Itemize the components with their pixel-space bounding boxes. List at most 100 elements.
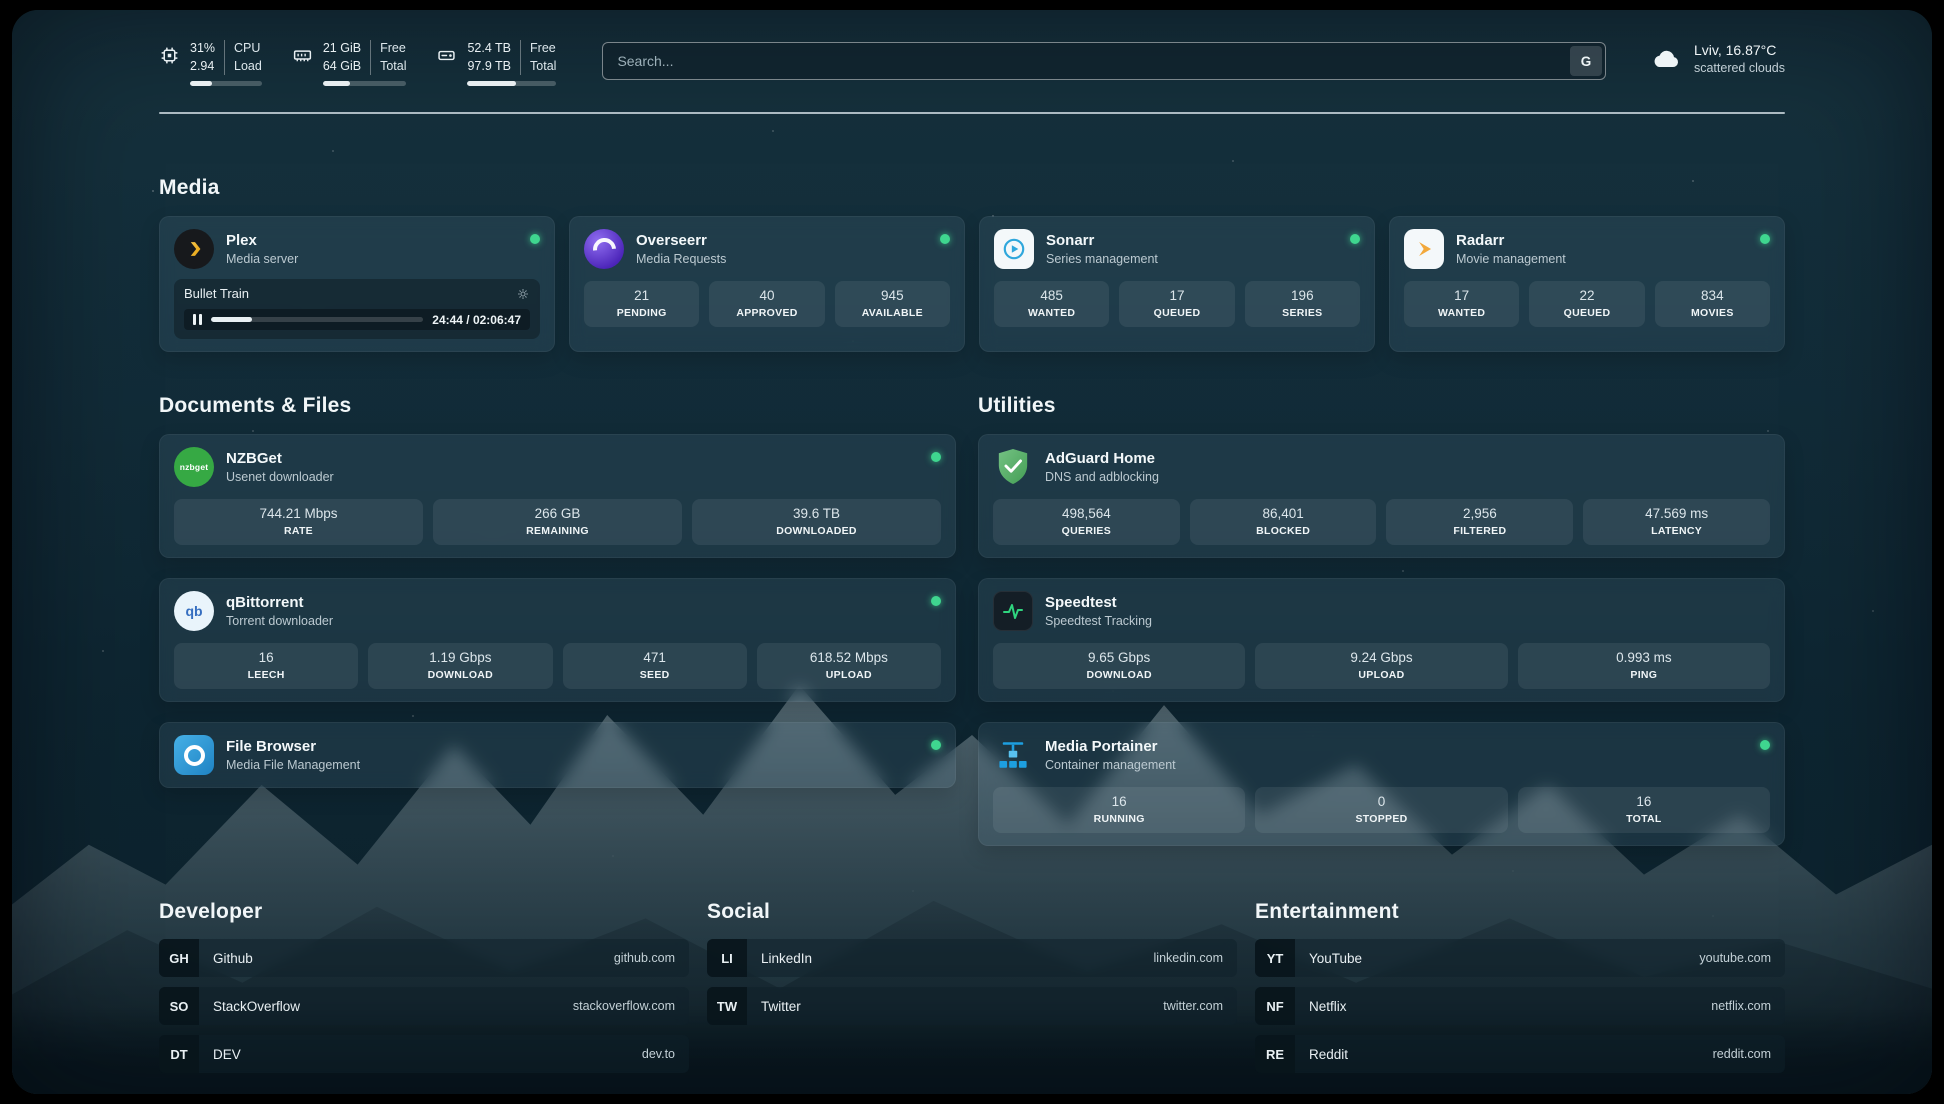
top-bar: 31% CPU 2.94 Load 21 GiB Free 64 GiB	[159, 10, 1785, 86]
bookmark-url: reddit.com	[1713, 1047, 1785, 1061]
status-dot	[931, 452, 941, 462]
search-engine-button[interactable]: G	[1570, 46, 1602, 76]
sonarr-icon	[994, 229, 1034, 269]
stat-queued: 17 QUEUED	[1119, 281, 1234, 327]
disk-total-value: 97.9 TB	[467, 58, 520, 76]
bookmark-youtube[interactable]: YT YouTube youtube.com	[1255, 939, 1785, 977]
bookmark-abbr: SO	[159, 987, 199, 1025]
stat-download: 9.65 Gbps DOWNLOAD	[993, 643, 1245, 689]
service-subtitle: Torrent downloader	[226, 614, 333, 628]
cpu-load-label: Load	[224, 58, 262, 76]
stat-available: 945 AVAILABLE	[835, 281, 950, 327]
weather-location: Lviv, 16.87°C	[1694, 42, 1785, 58]
service-card-qbittorrent[interactable]: qb qBittorrent Torrent downloader 16	[159, 578, 956, 702]
service-card-filebrowser[interactable]: File Browser Media File Management	[159, 722, 956, 788]
bookmark-url: linkedin.com	[1154, 951, 1237, 965]
service-card-adguard[interactable]: AdGuard Home DNS and adblocking 498,564 …	[978, 434, 1785, 558]
speedtest-icon	[993, 591, 1033, 631]
service-card-radarr[interactable]: Radarr Movie management 17 WANTED 2	[1389, 216, 1785, 352]
status-dot	[940, 234, 950, 244]
service-name: qBittorrent	[226, 594, 333, 611]
service-subtitle: Speedtest Tracking	[1045, 614, 1152, 628]
service-card-plex[interactable]: Plex Media server Bullet Train	[159, 216, 555, 352]
status-dot	[931, 740, 941, 750]
service-name: AdGuard Home	[1045, 450, 1159, 467]
section-title-media: Media	[159, 176, 1785, 200]
memory-free-value: 21 GiB	[323, 40, 370, 58]
pause-button[interactable]	[193, 312, 202, 327]
service-name: Overseerr	[636, 232, 726, 249]
bookmark-netflix[interactable]: NF Netflix netflix.com	[1255, 987, 1785, 1025]
service-subtitle: Media File Management	[226, 758, 360, 772]
service-subtitle: Usenet downloader	[226, 470, 334, 484]
bookmark-name: LinkedIn	[761, 951, 812, 966]
header-divider	[159, 112, 1785, 114]
bookmark-url: stackoverflow.com	[573, 999, 689, 1013]
service-card-portainer[interactable]: Media Portainer Container management 16 …	[978, 722, 1785, 846]
section-title-documents: Documents & Files	[159, 394, 956, 418]
cpu-usage-widget: 31% CPU 2.94 Load	[159, 40, 262, 86]
service-card-speedtest[interactable]: Speedtest Speedtest Tracking 9.65 Gbps D…	[978, 578, 1785, 702]
bookmark-twitter[interactable]: TW Twitter twitter.com	[707, 987, 1237, 1025]
section-title-social: Social	[707, 900, 1237, 924]
section-documents: Documents & Files nzbget NZBGet Usenet d…	[159, 394, 956, 846]
bookmark-github[interactable]: GH Github github.com	[159, 939, 689, 977]
service-name: File Browser	[226, 738, 360, 755]
stat-pending: 21 PENDING	[584, 281, 699, 327]
disk-usage-bar	[467, 81, 556, 86]
service-name: Radarr	[1456, 232, 1566, 249]
status-dot	[530, 234, 540, 244]
bookmark-abbr: NF	[1255, 987, 1295, 1025]
bookmark-url: netflix.com	[1711, 999, 1785, 1013]
service-card-overseerr[interactable]: Overseerr Media Requests 21 PENDING	[569, 216, 965, 352]
service-card-nzbget[interactable]: nzbget NZBGet Usenet downloader 744.21 M…	[159, 434, 956, 558]
memory-icon	[292, 45, 313, 86]
bookmark-abbr: LI	[707, 939, 747, 977]
dashboard: 31% CPU 2.94 Load 21 GiB Free 64 GiB	[12, 10, 1932, 1094]
service-name: Sonarr	[1046, 232, 1158, 249]
cpu-usage-bar	[190, 81, 262, 86]
stat-blocked: 86,401 BLOCKED	[1190, 499, 1377, 545]
bookmark-dev[interactable]: DT DEV dev.to	[159, 1035, 689, 1073]
stat-stopped: 0 STOPPED	[1255, 787, 1507, 833]
section-title-entertainment: Entertainment	[1255, 900, 1785, 924]
stat-running: 16 RUNNING	[993, 787, 1245, 833]
disk-free-label: Free	[520, 40, 556, 58]
stat-leech: 16 LEECH	[174, 643, 358, 689]
section-title-utilities: Utilities	[978, 394, 1785, 418]
settings-gear-icon[interactable]	[516, 287, 530, 301]
stat-series: 196 SERIES	[1245, 281, 1360, 327]
bookmark-name: Twitter	[761, 999, 801, 1014]
portainer-icon	[993, 735, 1033, 775]
memory-usage-bar	[323, 81, 407, 86]
weather-condition: scattered clouds	[1694, 61, 1785, 75]
stat-rate: 744.21 Mbps RATE	[174, 499, 423, 545]
bookmark-group-social: Social LI LinkedIn linkedin.com TW Twitt…	[707, 900, 1237, 1083]
service-card-sonarr[interactable]: Sonarr Series management 485 WANTED	[979, 216, 1375, 352]
weather-widget: Lviv, 16.87°C scattered clouds	[1650, 42, 1785, 75]
adguard-icon	[993, 447, 1033, 487]
disk-usage-widget: 52.4 TB Free 97.9 TB Total	[436, 40, 556, 86]
bookmark-name: DEV	[213, 1047, 241, 1062]
bookmark-url: github.com	[614, 951, 689, 965]
search-input[interactable]	[602, 42, 1606, 80]
stat-remaining: 266 GB REMAINING	[433, 499, 682, 545]
bookmark-url: dev.to	[642, 1047, 689, 1061]
bookmark-abbr: DT	[159, 1035, 199, 1073]
stat-seed: 471 SEED	[563, 643, 747, 689]
bookmark-name: StackOverflow	[213, 999, 300, 1014]
service-name: Media Portainer	[1045, 738, 1176, 755]
service-name: NZBGet	[226, 450, 334, 467]
bookmark-stackoverflow[interactable]: SO StackOverflow stackoverflow.com	[159, 987, 689, 1025]
memory-total-value: 64 GiB	[323, 58, 370, 76]
search-bar: G	[602, 42, 1606, 80]
stat-upload: 618.52 Mbps UPLOAD	[757, 643, 941, 689]
bookmark-linkedin[interactable]: LI LinkedIn linkedin.com	[707, 939, 1237, 977]
bookmark-reddit[interactable]: RE Reddit reddit.com	[1255, 1035, 1785, 1073]
service-subtitle: Series management	[1046, 252, 1158, 266]
app-window: 31% CPU 2.94 Load 21 GiB Free 64 GiB	[0, 0, 1944, 1104]
service-name: Plex	[226, 232, 298, 249]
plex-now-playing: Bullet Train 24:44 / 02:06:47	[174, 279, 540, 339]
status-dot	[1350, 234, 1360, 244]
bookmark-group-entertainment: Entertainment YT YouTube youtube.com NF …	[1255, 900, 1785, 1083]
